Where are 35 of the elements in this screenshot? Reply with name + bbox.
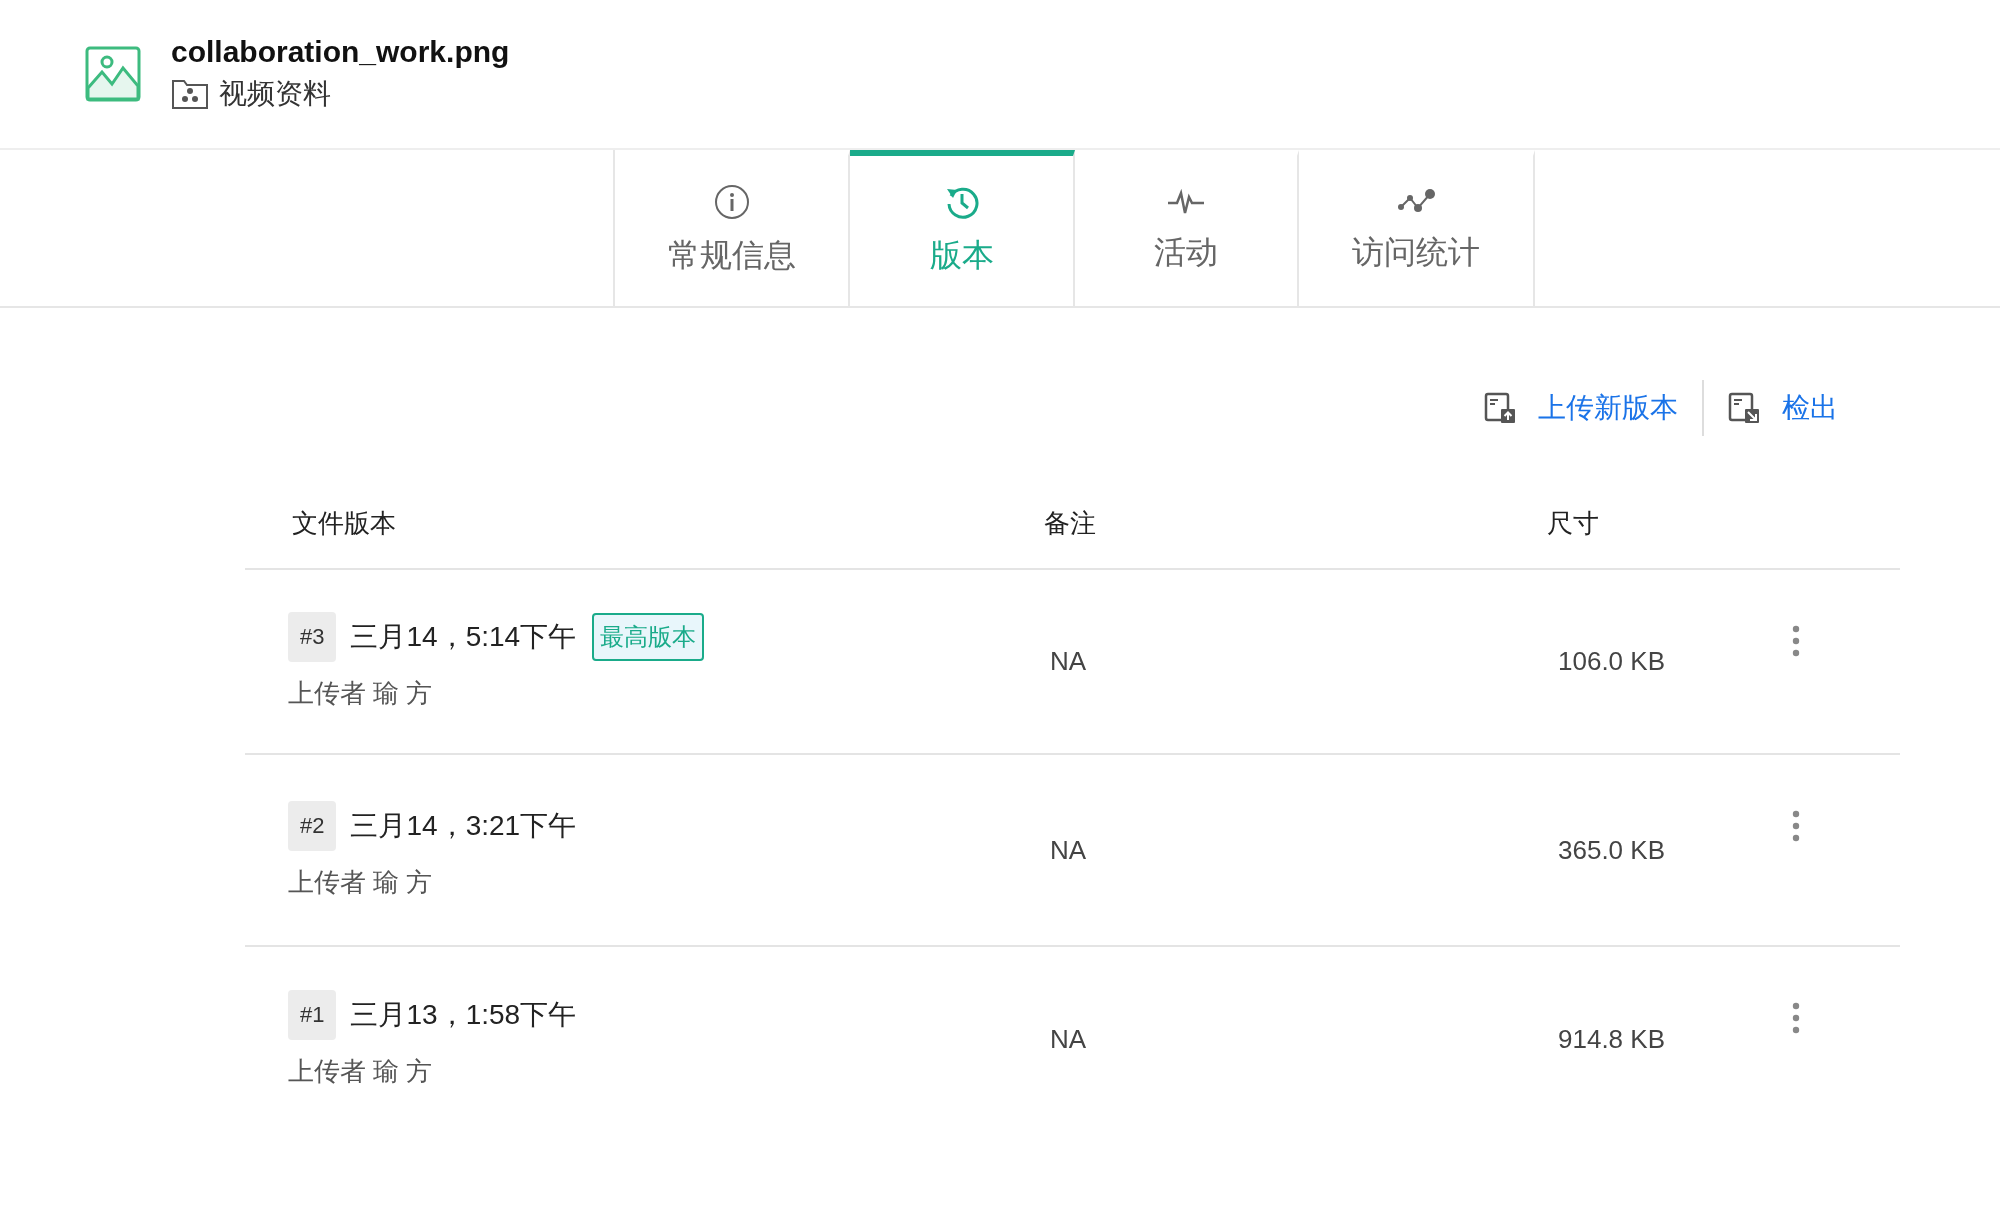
folder-icon [171,78,209,110]
uploader-text: 上传者 瑜 方 [288,865,434,899]
note-cell: NA [1050,834,1087,866]
tab[interactable]: 访问统计 [1299,150,1535,306]
upload-link[interactable]: 上传新版本 [1460,389,1702,427]
version-date: 三月14，5:14下午 [350,620,577,654]
size-cell: 914.8 KB [1558,1024,1665,1055]
column-header: 备注 [1044,506,1097,540]
version-date: 三月14，3:21下午 [350,808,577,843]
column-header: 尺寸 [1547,506,1600,540]
tab[interactable]: 版本 [850,150,1075,306]
folder-name: 视频资料 [219,77,331,111]
uploader-text: 上传者 瑜 方 [288,1055,434,1088]
column-header: 文件版本 [292,506,397,540]
version-number: #1 [288,990,337,1040]
more-icon[interactable] [1792,810,1800,842]
latest-version-badge: 最高版本 [592,613,705,661]
tab[interactable]: 活动 [1075,150,1299,306]
version-number: #3 [288,612,337,662]
size-cell: 365.0 KB [1558,834,1665,866]
more-icon[interactable] [1792,1002,1800,1034]
note-cell: NA [1050,1024,1087,1055]
export-file-icon [1728,392,1760,424]
note-cell: NA [1050,646,1087,677]
uploader-text: 上传者 瑜 方 [288,677,434,710]
image-file-icon [85,46,141,102]
more-icon[interactable] [1792,625,1800,657]
export-link[interactable]: 检出 [1704,389,1862,427]
version-date: 三月13，1:58下午 [350,998,577,1032]
version-number: #2 [288,800,337,851]
upload-file-icon [1484,392,1516,424]
file-name: collaboration_work.png [171,35,510,69]
tab[interactable]: 常规信息 [615,150,850,306]
info-icon [713,184,750,220]
size-cell: 106.0 KB [1558,646,1665,677]
